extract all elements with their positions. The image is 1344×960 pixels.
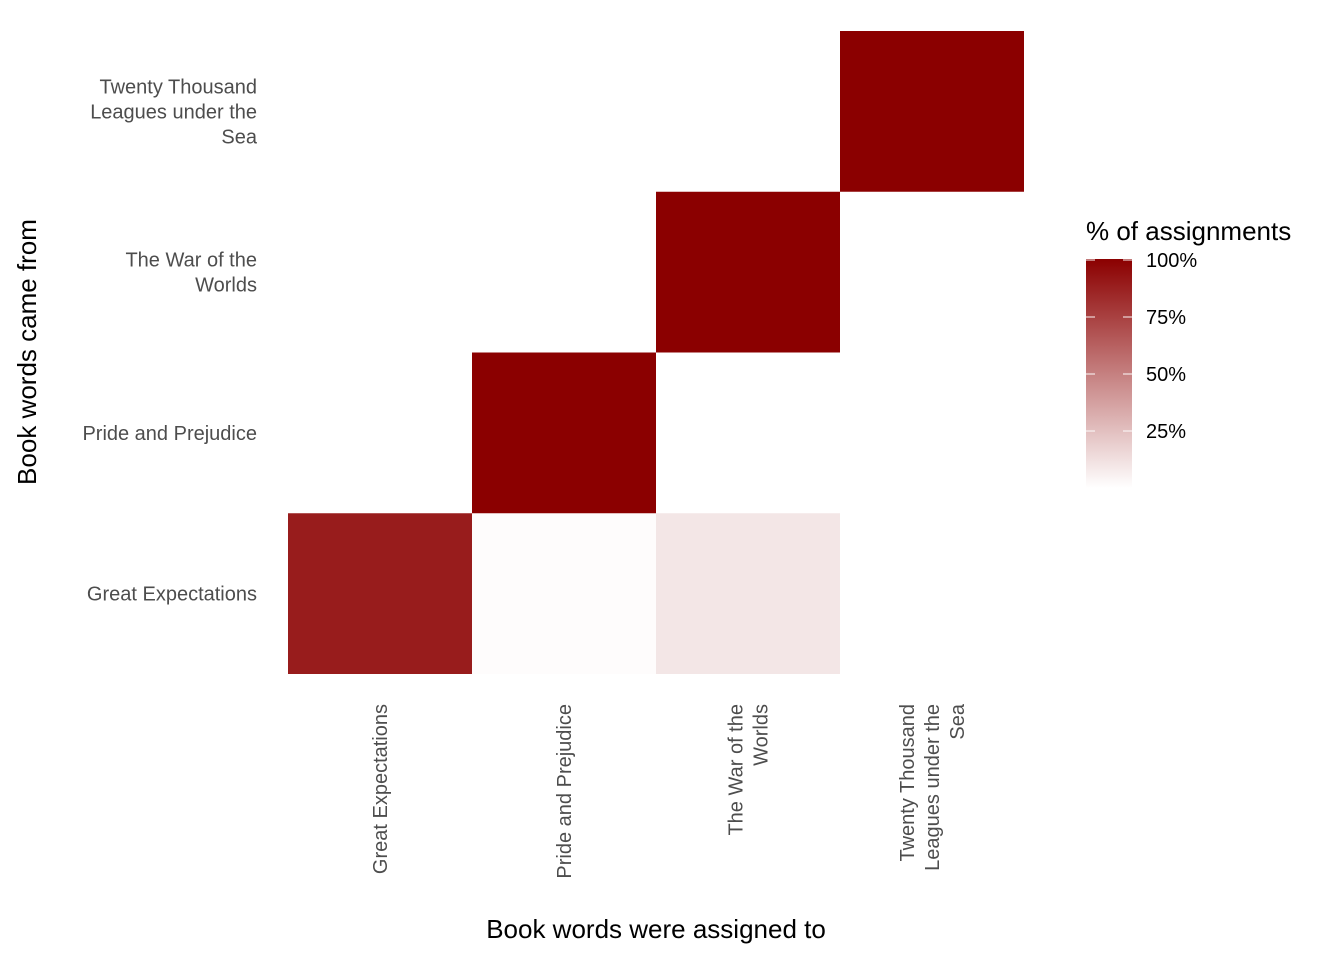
heatmap-cell xyxy=(288,513,472,674)
heatmap-cell xyxy=(472,513,656,674)
x-tick-label: Pride and Prejudice xyxy=(554,704,576,879)
legend-label: 50% xyxy=(1146,364,1186,386)
y-tick-label: Great Expectations xyxy=(87,584,257,606)
y-axis-title: Book words came from xyxy=(12,219,42,485)
heatmap-cell xyxy=(472,352,656,514)
heatmap-cells xyxy=(288,31,1024,674)
legend-label: 25% xyxy=(1146,421,1186,443)
y-tick-label: Pride and Prejudice xyxy=(82,423,257,445)
heatmap-chart: Great Expectations Pride and Prejudice The… xyxy=(12,31,1291,944)
color-legend: % of assignments 25% 50% 75% 100% xyxy=(1086,216,1291,488)
x-tick-label: Great Expectations xyxy=(370,704,392,874)
heatmap-cell xyxy=(840,31,1024,192)
y-tick-label: Twenty Thousand Leagues under the Sea xyxy=(90,76,258,148)
y-axis-tick-labels: Great Expectations Pride and Prejudice The… xyxy=(82,76,257,605)
x-axis-title: Book words were assigned to xyxy=(486,914,826,944)
legend-label: 75% xyxy=(1146,307,1186,329)
x-tick-label: The War of the Worlds xyxy=(726,704,773,836)
heatmap-cell xyxy=(656,513,840,674)
x-axis-tick-labels: Great Expectations Pride and Prejudice The… xyxy=(370,703,969,878)
y-tick-label: The War of the Worlds xyxy=(125,250,257,297)
heatmap-cell xyxy=(656,191,840,353)
legend-label: 100% xyxy=(1146,250,1197,272)
legend-title: % of assignments xyxy=(1086,216,1291,246)
x-tick-label: Twenty Thousand Leagues under the Sea xyxy=(897,703,969,871)
